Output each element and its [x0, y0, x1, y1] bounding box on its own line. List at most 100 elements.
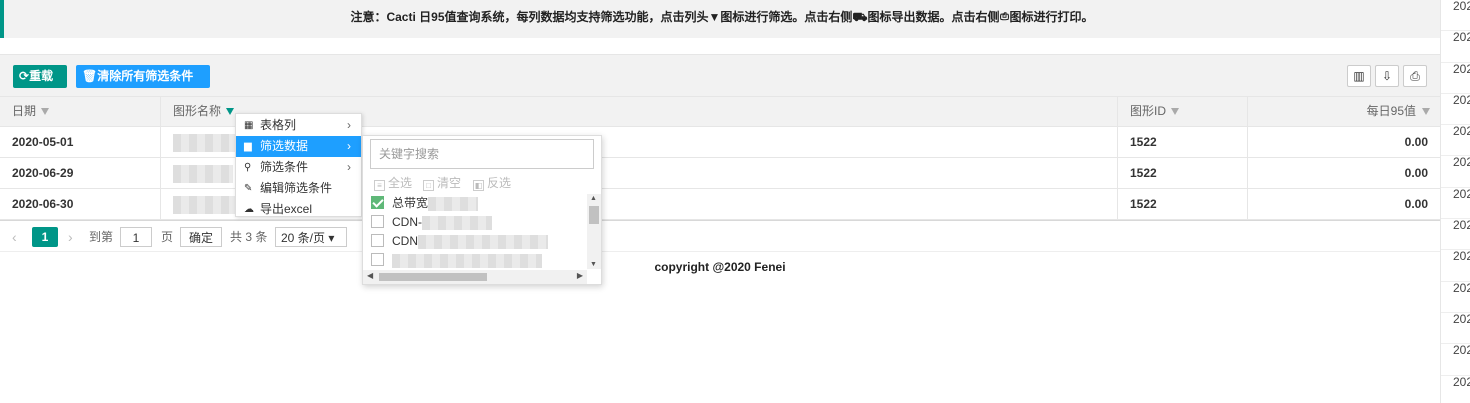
table-header: 日期 图形名称 图形ID 每日95值: [0, 96, 1440, 127]
scroll-thumb[interactable]: [589, 206, 599, 224]
cell-id: 1522: [1118, 127, 1248, 157]
reload-button[interactable]: ⟳重载: [13, 65, 67, 88]
scroll-left-icon[interactable]: ◀: [367, 271, 373, 280]
list-item: 202: [1441, 188, 1470, 220]
chevron-right-icon: ›: [347, 139, 351, 153]
invert-button[interactable]: ◧ 反选: [473, 175, 511, 191]
chevron-right-icon: ›: [347, 160, 351, 174]
list-item[interactable]: CDN-: [371, 213, 581, 232]
caret-down-icon: ▾: [328, 231, 335, 245]
redacted-text: [422, 215, 492, 230]
confirm-button[interactable]: 确定: [180, 227, 222, 247]
clear-icon: □: [423, 180, 434, 191]
prev-page-icon[interactable]: ‹: [12, 227, 17, 247]
clear-button[interactable]: □ 清空: [423, 175, 461, 191]
list-item: 202: [1441, 0, 1470, 32]
cell-date: 2020-06-29: [0, 158, 161, 188]
redacted-text: [173, 164, 233, 183]
redacted-text: [428, 196, 479, 211]
redacted-text: [173, 195, 239, 214]
list-item: 202: [1441, 31, 1470, 63]
page-size-select[interactable]: 20 条/页 ▾: [275, 227, 347, 247]
list-item: 202: [1441, 125, 1470, 157]
print-icon[interactable]: ⎙: [1403, 65, 1427, 87]
cell-value: 0.00: [1404, 135, 1428, 149]
list-item: 202: [1441, 313, 1470, 345]
cell-value: 0.00: [1404, 197, 1428, 211]
invert-icon: ◧: [473, 180, 484, 191]
filter-value-list: 总带宽 CDN- CDN: [363, 194, 601, 269]
copyright: copyright @2020 Fenei: [654, 260, 786, 274]
list-item: 202: [1441, 250, 1470, 282]
table-icon: ▦: [244, 120, 254, 131]
scroll-right-icon[interactable]: ▶: [577, 271, 583, 280]
list-item: 202: [1441, 219, 1470, 251]
list-item: 202: [1441, 156, 1470, 188]
columns-icon[interactable]: ▥: [1347, 65, 1371, 87]
vertical-scrollbar[interactable]: ▲ ▼: [587, 194, 601, 269]
table-row[interactable]: 2020-05-01 1522 0.00: [0, 127, 1440, 158]
list-item: 202: [1441, 282, 1470, 313]
current-page[interactable]: 1: [32, 227, 58, 247]
checkbox[interactable]: [371, 253, 384, 266]
menu-item-export-excel[interactable]: ☁ 导出excel: [236, 199, 361, 220]
keyword-search-input[interactable]: 关键字搜索: [370, 139, 594, 169]
cell-date: 2020-05-01: [0, 127, 161, 157]
filter-icon[interactable]: [1422, 108, 1430, 115]
redacted-text: [418, 234, 548, 249]
table-toolbar: ⟳重载 🗑清除所有筛选条件 ▥ ⇩ ⎙: [0, 54, 1440, 96]
goto-page-input[interactable]: 1: [120, 227, 152, 247]
pagination: ‹ 1 › 到第 1 页 确定 共 3 条 20 条/页 ▾: [0, 220, 1440, 252]
filter-data-icon: ▆: [244, 141, 252, 152]
search-icon: ⚲: [244, 162, 252, 173]
list-item[interactable]: CDN: [371, 232, 581, 251]
menu-item-filter-conditions[interactable]: ⚲ 筛选条件 ›: [236, 157, 361, 178]
cell-date: 2020-06-30: [0, 189, 161, 219]
cell-id: 1522: [1118, 158, 1248, 188]
redacted-text: [173, 133, 243, 152]
filter-icon[interactable]: [226, 108, 235, 116]
list-item: 202: [1441, 94, 1470, 126]
select-all-button[interactable]: ≡ 全选: [374, 175, 412, 191]
chevron-right-icon: ›: [347, 118, 351, 132]
filter-icon[interactable]: [41, 108, 50, 116]
next-page-icon[interactable]: ›: [68, 227, 73, 247]
checkbox-checked[interactable]: [371, 196, 384, 209]
cell-value: 0.00: [1404, 166, 1428, 180]
column-header-date[interactable]: 日期: [0, 97, 161, 127]
clear-filters-button[interactable]: 🗑清除所有筛选条件: [76, 65, 210, 88]
filter-icon[interactable]: [1171, 108, 1180, 116]
list-item: 202: [1441, 63, 1470, 94]
page-unit-label: 页: [161, 230, 174, 244]
goto-label: 到第: [89, 230, 114, 244]
scroll-up-icon[interactable]: ▲: [590, 195, 597, 202]
filter-data-popup: 关键字搜索 ≡ 全选 □ 清空 ◧ 反选 总带宽 CDN- CDN ▲ ▼ ◀ ▶: [362, 135, 602, 285]
menu-item-filter-data[interactable]: ▆ 筛选数据 ›: [236, 136, 361, 157]
scroll-thumb[interactable]: [379, 273, 487, 281]
cell-id: 1522: [1118, 189, 1248, 219]
redacted-text: [392, 253, 542, 268]
trash-icon: 🗑: [82, 69, 98, 83]
checkbox[interactable]: [371, 215, 384, 228]
menu-item-table-columns[interactable]: ▦ 表格列 ›: [236, 115, 361, 136]
horizontal-scrollbar[interactable]: ◀ ▶: [363, 270, 587, 284]
table-row[interactable]: 2020-06-29 1522 0.00: [0, 158, 1440, 189]
select-all-icon: ≡: [374, 180, 385, 191]
right-date-column: 202 202 202 202 202 202 202 202 202 202 …: [1440, 0, 1470, 403]
table-row[interactable]: 2020-06-30 1522 0.00: [0, 189, 1440, 220]
list-item[interactable]: 总带宽: [371, 194, 581, 213]
column-header-value[interactable]: 每日95值: [1248, 97, 1440, 127]
column-context-menu: ▦ 表格列 › ▆ 筛选数据 › ⚲ 筛选条件 › ✎ 编辑筛选条件 ☁ 导出e…: [235, 113, 362, 217]
list-item[interactable]: [371, 251, 581, 269]
total-count: 共 3 条: [230, 230, 268, 244]
menu-item-edit-filters[interactable]: ✎ 编辑筛选条件: [236, 178, 361, 199]
notice-banner: 注意：Cacti 日95值查询系统，每列数据均支持筛选功能，点击列头▼图标进行筛…: [0, 0, 1440, 38]
checkbox[interactable]: [371, 234, 384, 247]
refresh-icon: ⟳: [19, 69, 30, 83]
list-item: 202: [1441, 376, 1470, 403]
column-header-id[interactable]: 图形ID: [1118, 97, 1248, 127]
pencil-icon: ✎: [244, 183, 253, 194]
export-icon[interactable]: ⇩: [1375, 65, 1399, 87]
cloud-download-icon: ☁: [244, 204, 254, 215]
scroll-down-icon[interactable]: ▼: [590, 261, 597, 268]
